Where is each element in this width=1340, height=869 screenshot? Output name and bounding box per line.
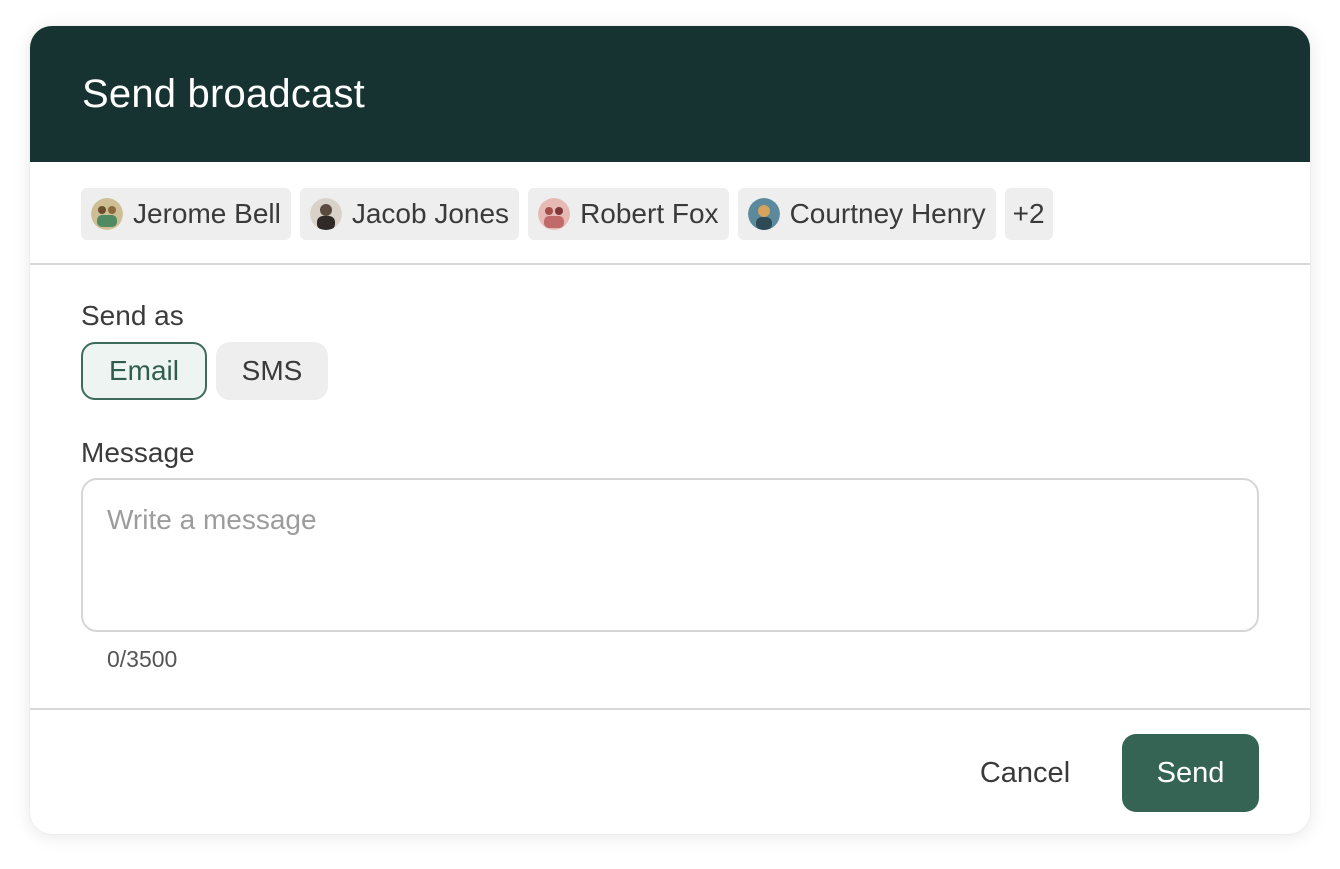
avatar — [538, 198, 571, 230]
dialog-title: Send broadcast — [82, 72, 365, 116]
recipient-chip[interactable]: Robert Fox — [528, 188, 729, 240]
recipient-chip[interactable]: Jacob Jones — [299, 188, 520, 240]
recipient-name: Jacob Jones — [351, 198, 510, 229]
divider — [30, 263, 1310, 265]
recipient-list: Jerome Bell Jacob Jones Robert Fox Court… — [81, 188, 1053, 240]
message-input[interactable] — [81, 478, 1259, 632]
send-as-sms-option[interactable]: SMS — [216, 342, 328, 400]
recipient-name: Jerome Bell — [133, 198, 281, 229]
message-label: Message — [81, 437, 195, 468]
divider — [30, 708, 1310, 710]
recipient-chip[interactable]: Jerome Bell — [81, 188, 291, 240]
send-button[interactable]: Send — [1122, 734, 1259, 812]
send-as-email-option[interactable]: Email — [81, 342, 207, 400]
dialog-header: Send broadcast — [30, 26, 1310, 162]
avatar — [747, 198, 780, 230]
avatar — [91, 198, 123, 230]
recipient-name: Courtney Henry — [789, 198, 986, 229]
cancel-button[interactable]: Cancel — [960, 734, 1090, 812]
recipient-name: Robert Fox — [580, 198, 719, 229]
send-as-label: Send as — [81, 300, 184, 331]
send-broadcast-dialog: Send broadcast Jerome Bell Jacob Jones R… — [30, 26, 1310, 834]
more-recipients-chip[interactable]: +2 — [1004, 188, 1053, 240]
recipient-chip[interactable]: Courtney Henry — [737, 188, 996, 240]
avatar — [309, 198, 342, 230]
character-counter: 0/3500 — [107, 646, 178, 672]
